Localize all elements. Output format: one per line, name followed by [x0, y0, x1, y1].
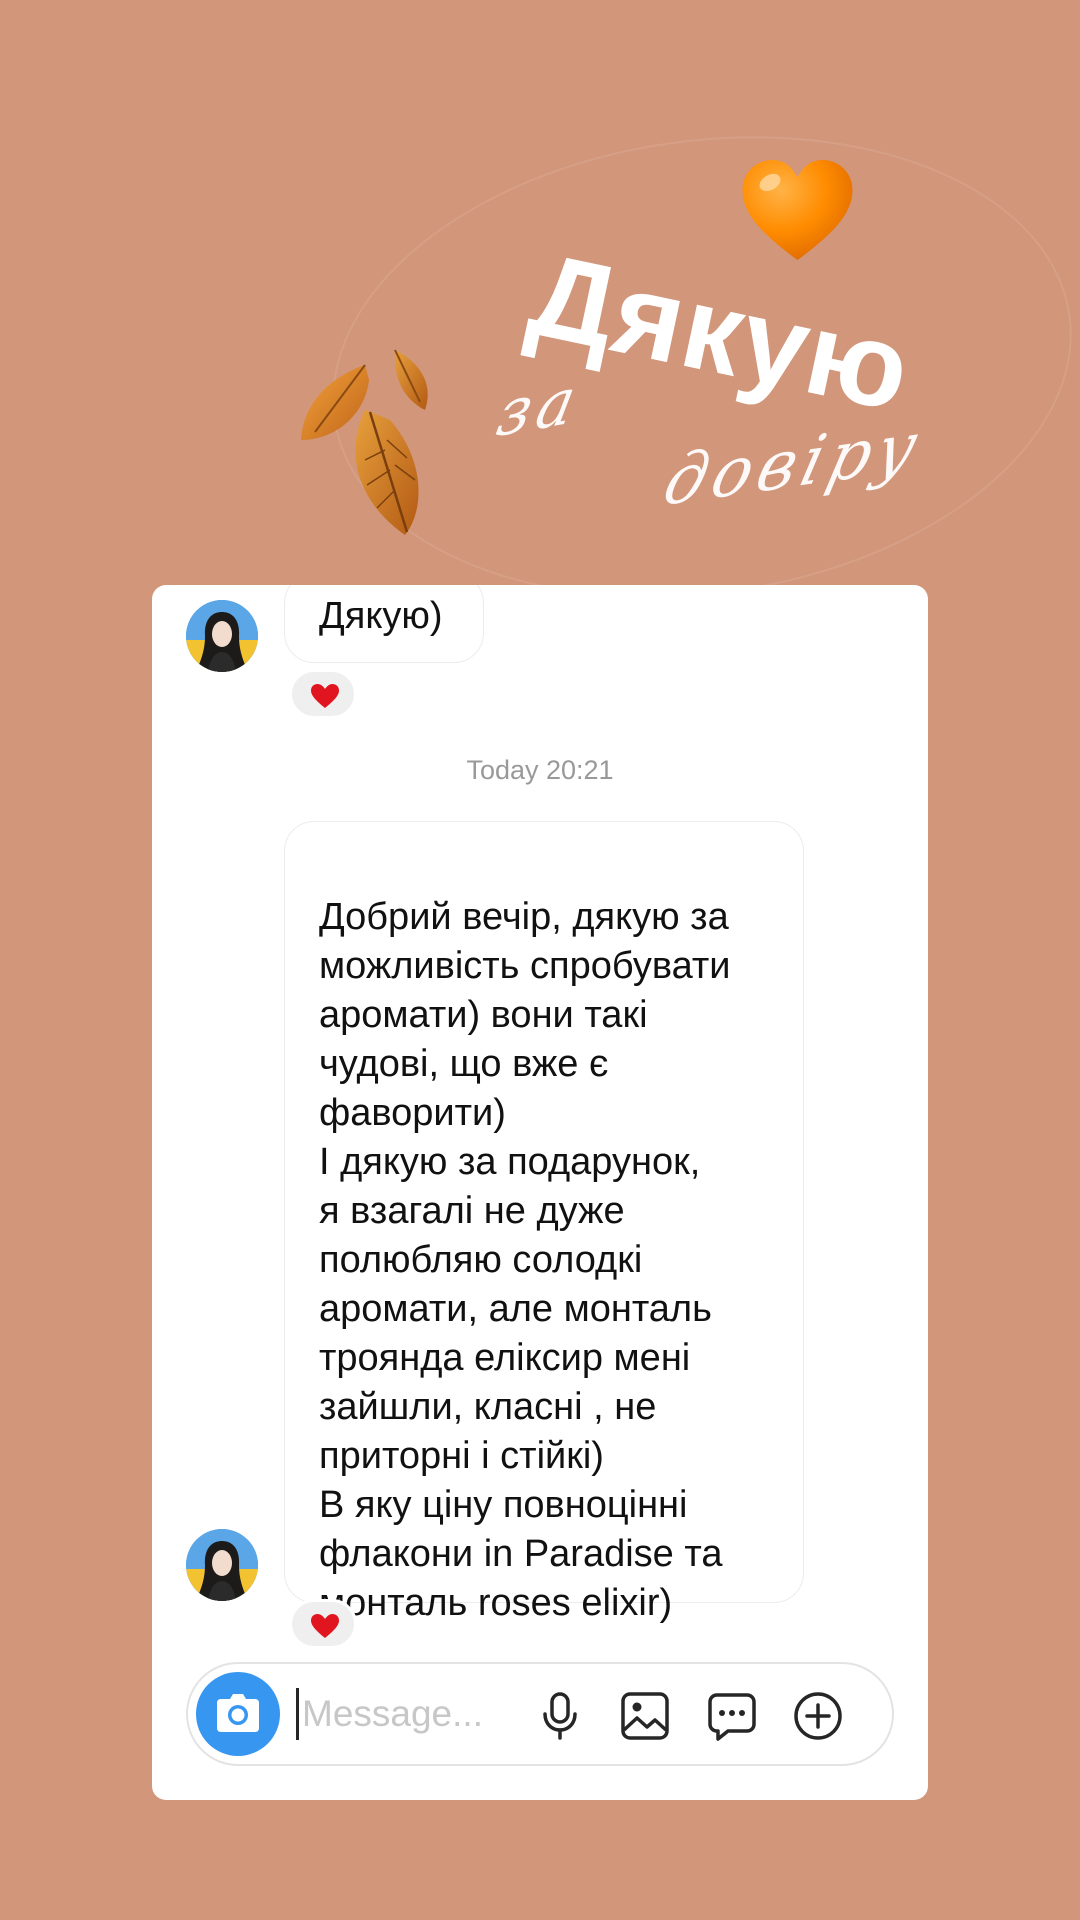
message-input[interactable] [302, 1684, 512, 1744]
orange-heart-icon [735, 150, 860, 275]
avatar[interactable] [186, 1529, 258, 1601]
text-cursor [296, 1688, 299, 1740]
message-text: Дякую) [319, 595, 443, 637]
gallery-icon[interactable] [619, 1690, 671, 1742]
story-canvas: Дякую за довіру Дякую) Today 20:21 Добри… [0, 0, 1080, 1920]
camera-icon [217, 1694, 259, 1732]
message-composer [186, 1662, 894, 1766]
message-reaction[interactable] [289, 669, 357, 719]
message-timestamp: Today 20:21 [466, 755, 614, 785]
message-bubble[interactable]: Дякую) [284, 585, 484, 663]
heart-icon [311, 1614, 339, 1638]
heart-icon [311, 684, 339, 708]
sticker-icon[interactable] [706, 1690, 758, 1742]
message-reaction[interactable] [289, 1599, 357, 1649]
message-bubble[interactable]: Добрий вечір, дякую за можливість спробу… [284, 821, 804, 1624]
chat-screenshot: Дякую) Today 20:21 Добрий вечір, дякую з… [152, 585, 928, 1800]
message-text: Добрий вечір, дякую за можливість спробу… [319, 896, 731, 1624]
camera-button[interactable] [196, 1672, 280, 1756]
plus-icon[interactable] [792, 1690, 844, 1742]
avatar[interactable] [186, 600, 258, 672]
microphone-icon[interactable] [534, 1690, 586, 1742]
autumn-leaves-icon [295, 340, 495, 550]
